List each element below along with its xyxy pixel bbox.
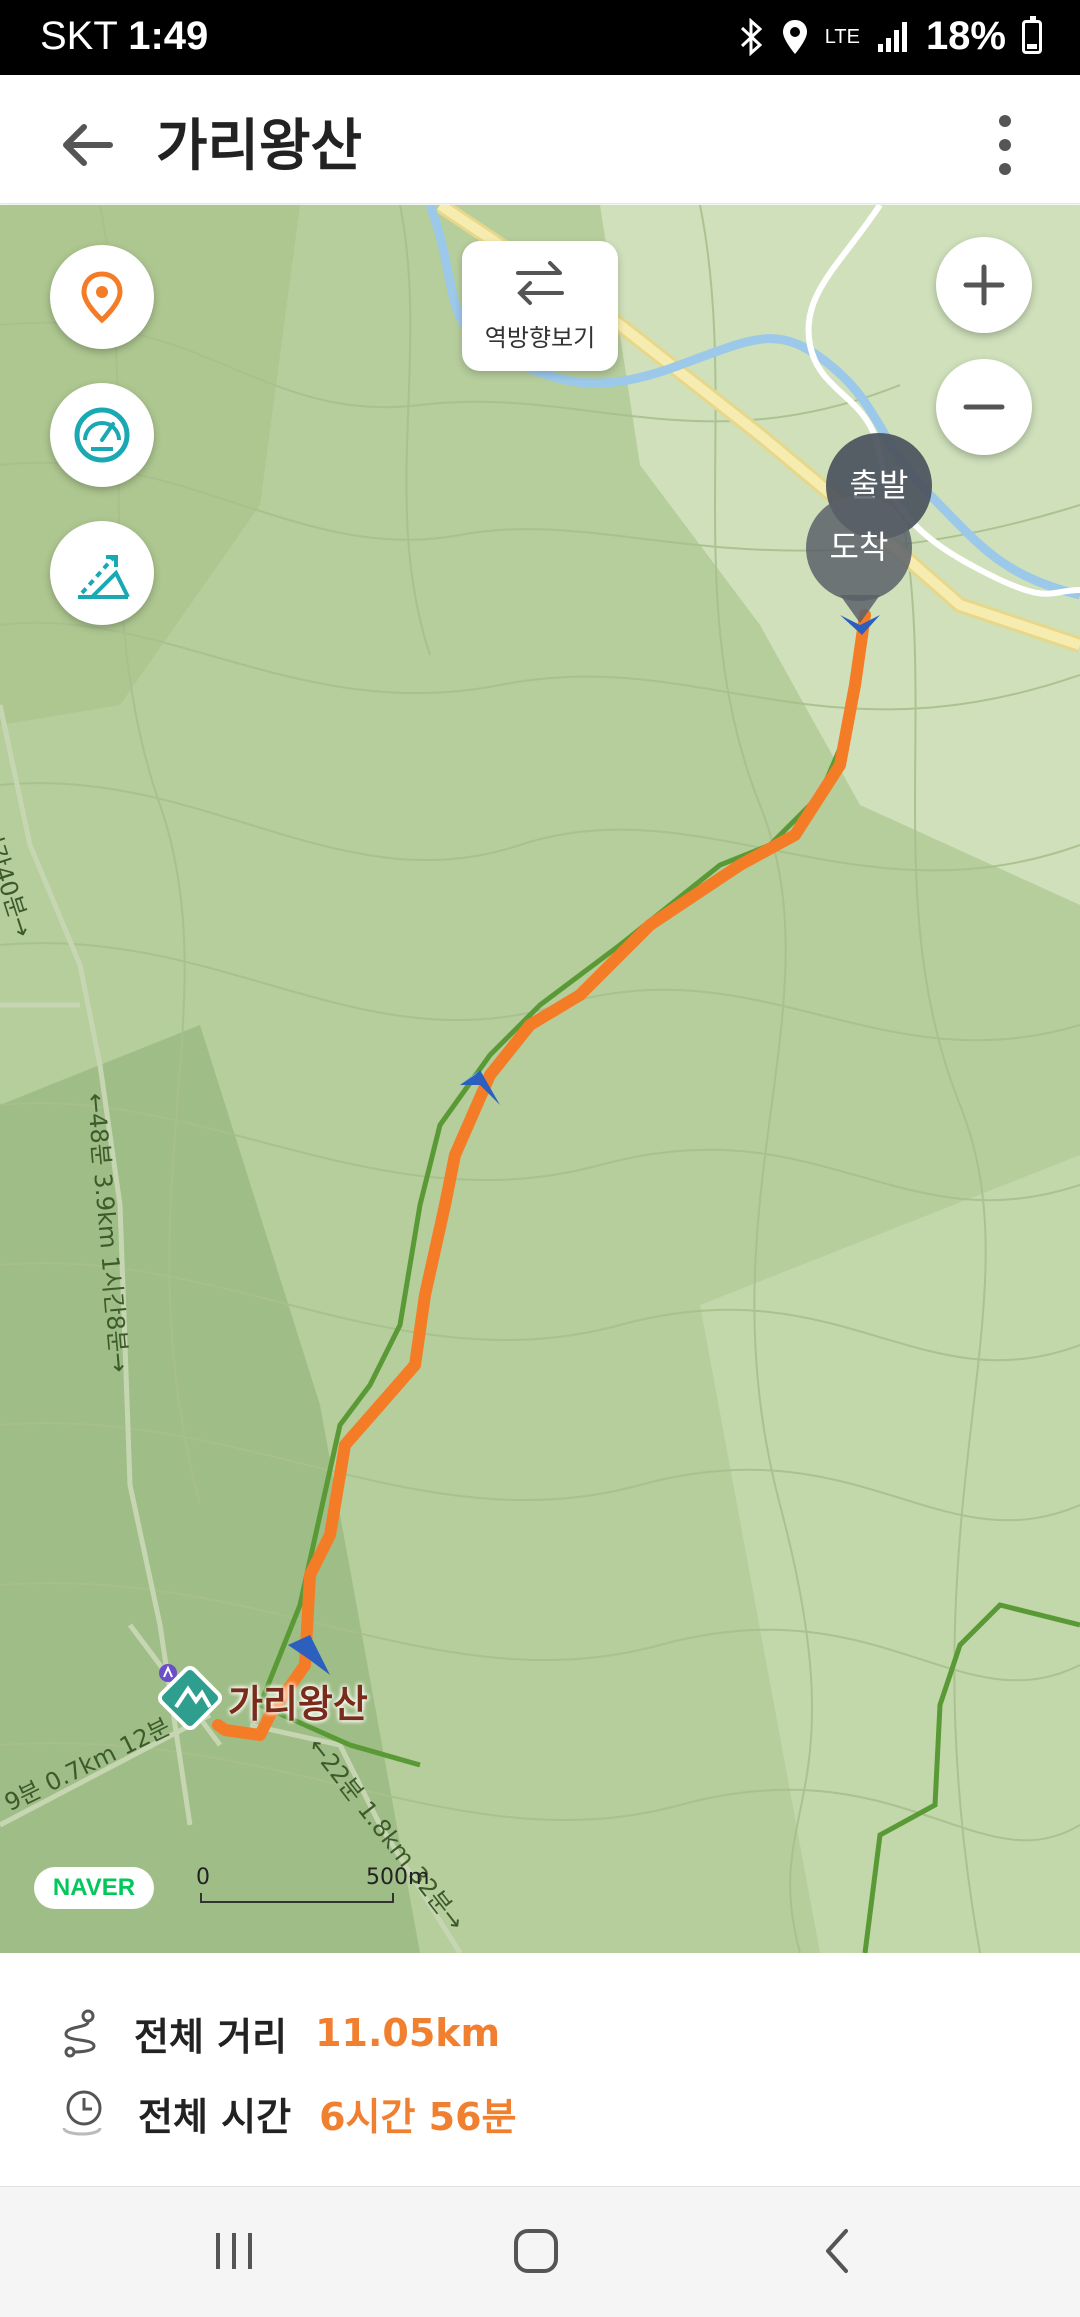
- app-header: 가리왕산: [0, 75, 1080, 204]
- back-nav-icon[interactable]: [808, 2221, 868, 2281]
- distance-value: 11.05km: [315, 2011, 501, 2055]
- time-label: 전체 시간: [138, 2094, 292, 2139]
- battery-icon: [1022, 15, 1042, 54]
- speed-button[interactable]: [50, 383, 154, 487]
- route-summary: 전체 거리 11.05km 전체 시간 6시간 56분: [0, 1953, 1080, 2183]
- network-label: LTE: [824, 25, 860, 48]
- map-view[interactable]: ←48분 3.9km 1시간8분→ ←22분 1.8km 32분→ 1시간40분…: [0, 205, 1080, 1953]
- elevation-button[interactable]: [50, 521, 154, 625]
- scale-bar: [200, 1893, 394, 1903]
- swap-arrows-icon: [516, 261, 564, 305]
- plus-icon: [963, 264, 1005, 306]
- location-pin-icon: [81, 271, 123, 324]
- end-pin-tail: [840, 595, 880, 623]
- time-row: 전체 시간 6시간 56분: [60, 2083, 517, 2143]
- recent-apps-icon[interactable]: [204, 2221, 264, 2281]
- reverse-direction-button[interactable]: 역방향보기: [462, 241, 618, 371]
- naver-logo: NAVER: [34, 1867, 154, 1909]
- elevation-icon: [78, 555, 130, 599]
- back-arrow-icon[interactable]: [50, 105, 130, 185]
- system-nav-bar: [0, 2186, 1080, 2317]
- clock-icon: [62, 2090, 102, 2136]
- status-left: SKT 1:49: [40, 14, 208, 59]
- home-icon[interactable]: [506, 2221, 566, 2281]
- clock: 1:49: [128, 14, 209, 58]
- reverse-direction-label: 역방향보기: [484, 324, 596, 352]
- end-label: 도착: [829, 528, 889, 566]
- page-title: 가리왕산: [156, 114, 363, 179]
- route-distance-icon: [64, 2009, 96, 2058]
- battery-percent: 18%: [925, 14, 1006, 58]
- scale-start: 0: [196, 1865, 210, 1890]
- map-scale: 0 500m: [196, 1865, 430, 1909]
- carrier-label: SKT: [40, 14, 118, 58]
- speedometer-icon: [74, 407, 130, 463]
- more-vertical-icon[interactable]: [970, 105, 1040, 185]
- status-bar: SKT 1:49 LTE 18%: [0, 0, 1080, 75]
- time-value: 6시간 56분: [319, 2094, 517, 2139]
- scale-end: 500m: [366, 1865, 430, 1890]
- my-location-button[interactable]: [50, 245, 154, 349]
- distance-label: 전체 거리: [134, 2014, 288, 2059]
- location-icon: [782, 19, 807, 54]
- status-right: LTE 18%: [739, 14, 1042, 59]
- zoom-out-button[interactable]: [936, 359, 1032, 455]
- signal-icon: [877, 21, 907, 52]
- end-pin[interactable]: 도착: [806, 495, 912, 601]
- minus-icon: [963, 404, 1005, 410]
- peak-name-label[interactable]: 가리왕산: [228, 1673, 368, 1728]
- bluetooth-icon: [740, 17, 762, 56]
- zoom-in-button[interactable]: [936, 237, 1032, 333]
- distance-row: 전체 거리 11.05km: [60, 2003, 500, 2063]
